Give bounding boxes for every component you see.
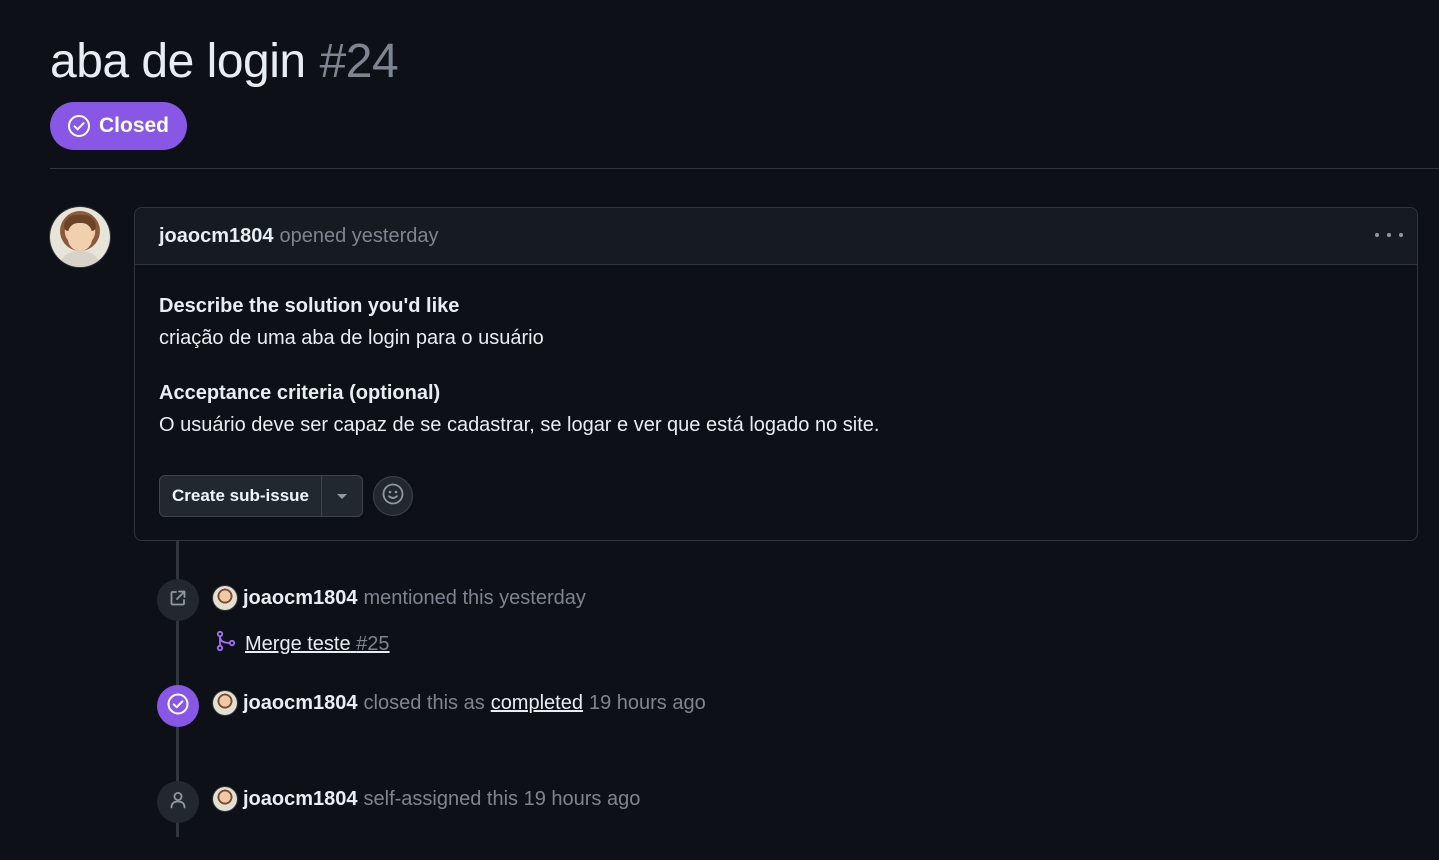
section-heading: Acceptance criteria (optional) <box>159 382 441 404</box>
issue-body-comment: joaocm1804 opened yesterday Describe the… <box>134 207 1418 541</box>
event-text: self-assigned this 19 hours ago <box>363 787 641 810</box>
issue-state-badge: Closed <box>50 102 188 150</box>
header-divider <box>50 168 1439 169</box>
comment-header: joaocm1804 opened yesterday <box>135 208 1417 265</box>
avatar[interactable] <box>213 586 237 610</box>
pull-request-title[interactable]: Merge teste <box>245 633 351 655</box>
kebab-horizontal-icon[interactable] <box>1375 226 1403 244</box>
link-external-icon <box>168 588 188 613</box>
timeline-assigned-event: joaocm1804 self-assigned this 19 hours a… <box>213 787 640 811</box>
cross-reference-badge <box>157 579 199 621</box>
event-author[interactable]: joaocm1804 <box>243 692 358 715</box>
issue-state-label: Closed <box>99 114 170 137</box>
create-sub-issue-dropdown[interactable] <box>322 476 362 516</box>
check-circle-icon <box>166 692 190 721</box>
completed-link[interactable]: completed <box>491 692 583 715</box>
section-text: O usuário deve ser capaz de se cadastrar… <box>159 414 880 436</box>
person-icon <box>168 790 188 815</box>
issue-page: aba de login #24 Closed joaocm1804 opened… <box>0 0 1439 860</box>
smiley-icon <box>381 482 405 511</box>
timeline-mention-event: joaocm1804 mentioned this yesterday <box>213 586 586 610</box>
git-merge-icon <box>215 630 237 658</box>
event-author[interactable]: joaocm1804 <box>243 788 358 811</box>
pull-request-link[interactable]: Merge teste #25 <box>245 633 390 656</box>
section-text: criação de uma aba de login para o usuár… <box>159 327 544 349</box>
comment-actions: Create sub-issue <box>159 475 413 517</box>
avatar[interactable] <box>213 691 237 715</box>
issue-number: #24 <box>319 35 399 88</box>
triangle-down-icon <box>337 493 347 499</box>
timeline-closed-event: joaocm1804 closed this as completed 19 h… <box>213 691 706 715</box>
section-heading: Describe the solution you'd like <box>159 295 460 317</box>
issue-title-text: aba de login <box>50 35 306 88</box>
comment-body: Describe the solution you'd like criação… <box>135 265 1417 440</box>
author-avatar[interactable] <box>50 207 110 267</box>
create-sub-issue-button[interactable]: Create sub-issue <box>160 476 322 516</box>
referenced-pull-request: Merge teste #25 <box>215 630 390 658</box>
closed-event-badge <box>157 685 199 727</box>
assigned-event-badge <box>157 781 199 823</box>
add-reaction-button[interactable] <box>373 476 413 516</box>
comment-author[interactable]: joaocm1804 <box>159 225 274 248</box>
comment-timestamp[interactable]: opened yesterday <box>280 225 439 248</box>
event-text: closed this as <box>363 691 485 714</box>
avatar[interactable] <box>213 787 237 811</box>
check-circle-icon <box>67 114 91 138</box>
issue-title: aba de login #24 <box>50 32 399 92</box>
create-sub-issue-split-button: Create sub-issue <box>159 475 363 517</box>
event-author[interactable]: joaocm1804 <box>243 587 358 610</box>
pull-request-number[interactable]: #25 <box>356 633 389 655</box>
event-text: mentioned this yesterday <box>363 586 586 609</box>
event-timestamp[interactable]: 19 hours ago <box>589 692 706 715</box>
